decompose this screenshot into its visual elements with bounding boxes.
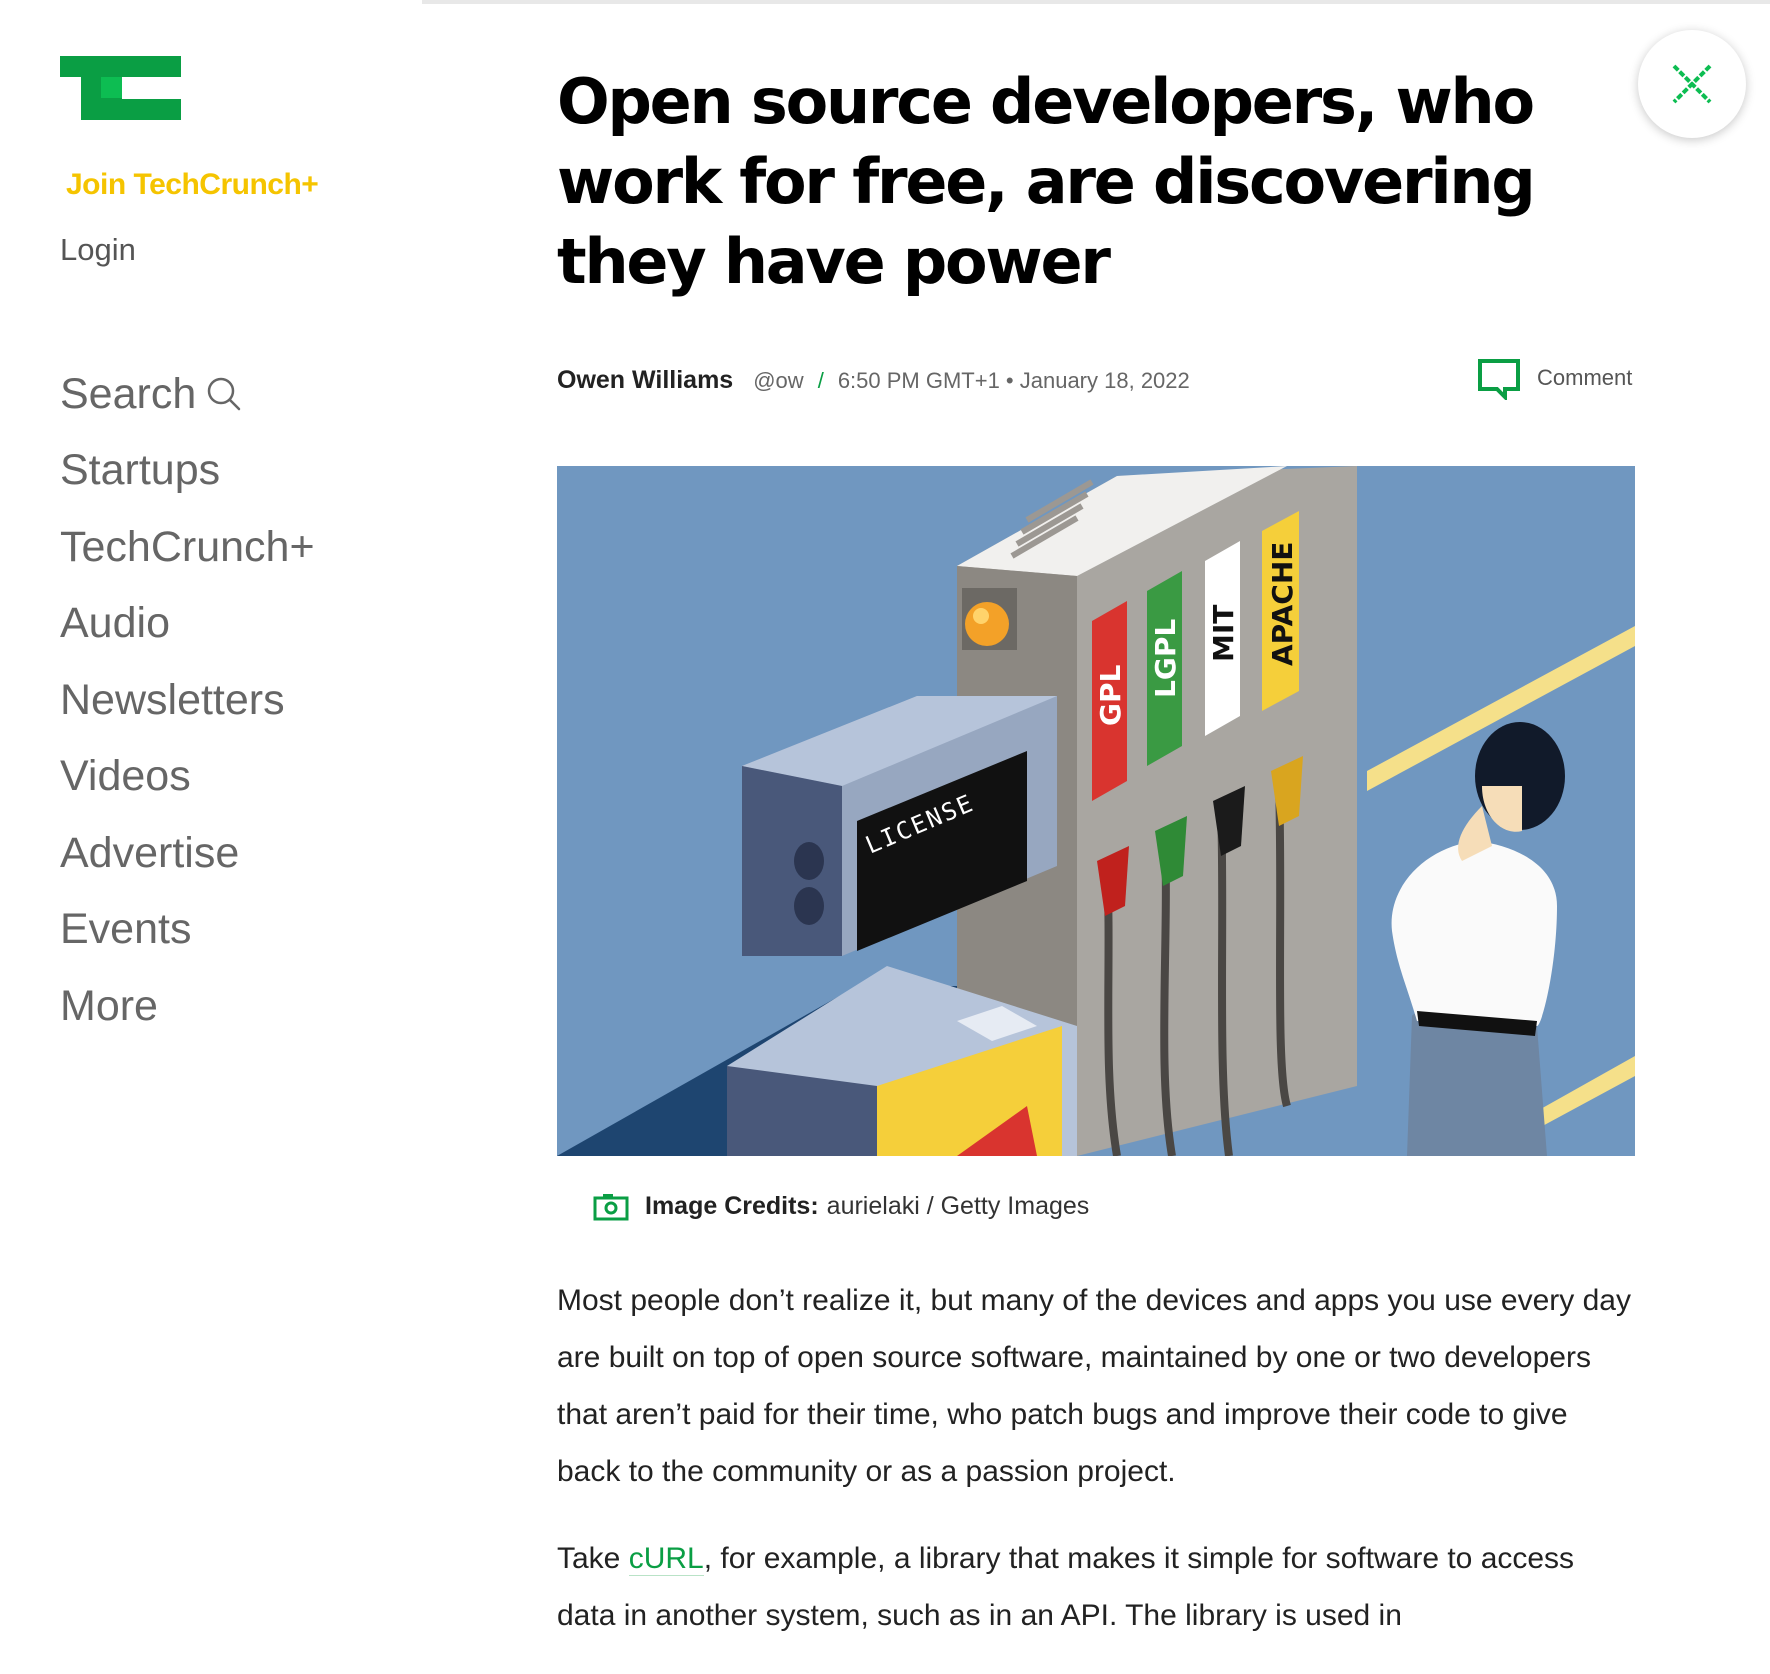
sidebar-item-label: Videos — [60, 752, 191, 801]
sidebar-item-label: More — [60, 981, 158, 1030]
license-label-lgpl: LGPL — [1149, 619, 1182, 698]
close-button[interactable] — [1638, 30, 1746, 138]
sidebar-item-newsletters[interactable]: Newsletters — [60, 662, 315, 739]
curl-link[interactable]: cURL — [628, 1542, 704, 1576]
search-icon — [208, 378, 241, 411]
sidebar-item-events[interactable]: Events — [60, 892, 315, 969]
sidebar-item-label: Startups — [60, 446, 221, 495]
login-link[interactable]: Login — [60, 232, 136, 268]
sidebar-nav: Search Startups TechCrunch+ Audio Newsle… — [60, 356, 315, 1045]
paragraph-text: , for example, a library that makes it s… — [557, 1542, 1575, 1632]
sidebar-item-label: Events — [60, 905, 192, 954]
paragraph-text: Take — [557, 1542, 629, 1575]
sidebar-item-audio[interactable]: Audio — [60, 586, 315, 663]
publish-timestamp: 6:50 PM GMT+1 • January 18, 2022 — [837, 368, 1190, 393]
top-divider — [422, 0, 1770, 4]
paragraph: Take cURL, for example, a library that m… — [557, 1530, 1635, 1644]
camera-icon — [593, 1193, 629, 1220]
sidebar-item-label: Audio — [60, 599, 170, 648]
techcrunch-logo[interactable] — [60, 56, 181, 120]
sidebar-item-techcrunch-plus[interactable]: TechCrunch+ — [60, 509, 315, 586]
article-body: Most people don’t realize it, but many o… — [557, 1272, 1635, 1674]
license-label-gpl: GPL — [1094, 664, 1127, 726]
credits-value: aurielaki / Getty Images — [826, 1192, 1090, 1220]
sidebar-item-advertise[interactable]: Advertise — [60, 815, 315, 892]
author-link[interactable]: Owen Williams — [557, 366, 733, 395]
article-headline: Open source developers, who work for fre… — [557, 65, 1536, 298]
close-icon — [1672, 64, 1712, 104]
comment-icon — [1478, 359, 1520, 400]
fuel-pump-illustration: GPL LGPL MIT APACHE LICENSE — [557, 466, 1635, 1156]
paragraph: Most people don’t realize it, but many o… — [557, 1284, 1631, 1488]
sidebar-item-videos[interactable]: Videos — [60, 739, 315, 816]
comment-label: Comment — [1537, 365, 1633, 390]
sidebar-item-label: Search — [60, 369, 197, 418]
author-handle-link[interactable]: @ow — [753, 368, 803, 394]
credits-label: Image Credits: — [645, 1192, 819, 1220]
sidebar-item-search[interactable]: Search — [60, 356, 315, 433]
lamp — [965, 602, 1009, 646]
sidebar-item-label: Newsletters — [60, 675, 285, 724]
sidebar-item-label: Advertise — [60, 828, 240, 877]
sidebar: Join TechCrunch+ Login Search Startups T… — [60, 56, 420, 1030]
byline: Owen Williams @ow / 6:50 PM GMT+1 • Janu… — [557, 366, 1190, 395]
license-label-mit: MIT — [1207, 605, 1240, 662]
sidebar-item-label: TechCrunch+ — [60, 522, 315, 571]
join-techcrunch-plus-link[interactable]: Join TechCrunch+ — [66, 168, 319, 202]
comment-button[interactable]: Comment — [1477, 356, 1632, 400]
sidebar-item-more[interactable]: More — [60, 968, 315, 1045]
license-label-apache: APACHE — [1266, 542, 1299, 666]
image-credits: Image Credits: aurielaki / Getty Images — [593, 1192, 1089, 1221]
hero-image[interactable]: GPL LGPL MIT APACHE LICENSE — [557, 466, 1635, 1156]
byline-separator: / — [817, 368, 824, 393]
sidebar-item-startups[interactable]: Startups — [60, 433, 315, 510]
